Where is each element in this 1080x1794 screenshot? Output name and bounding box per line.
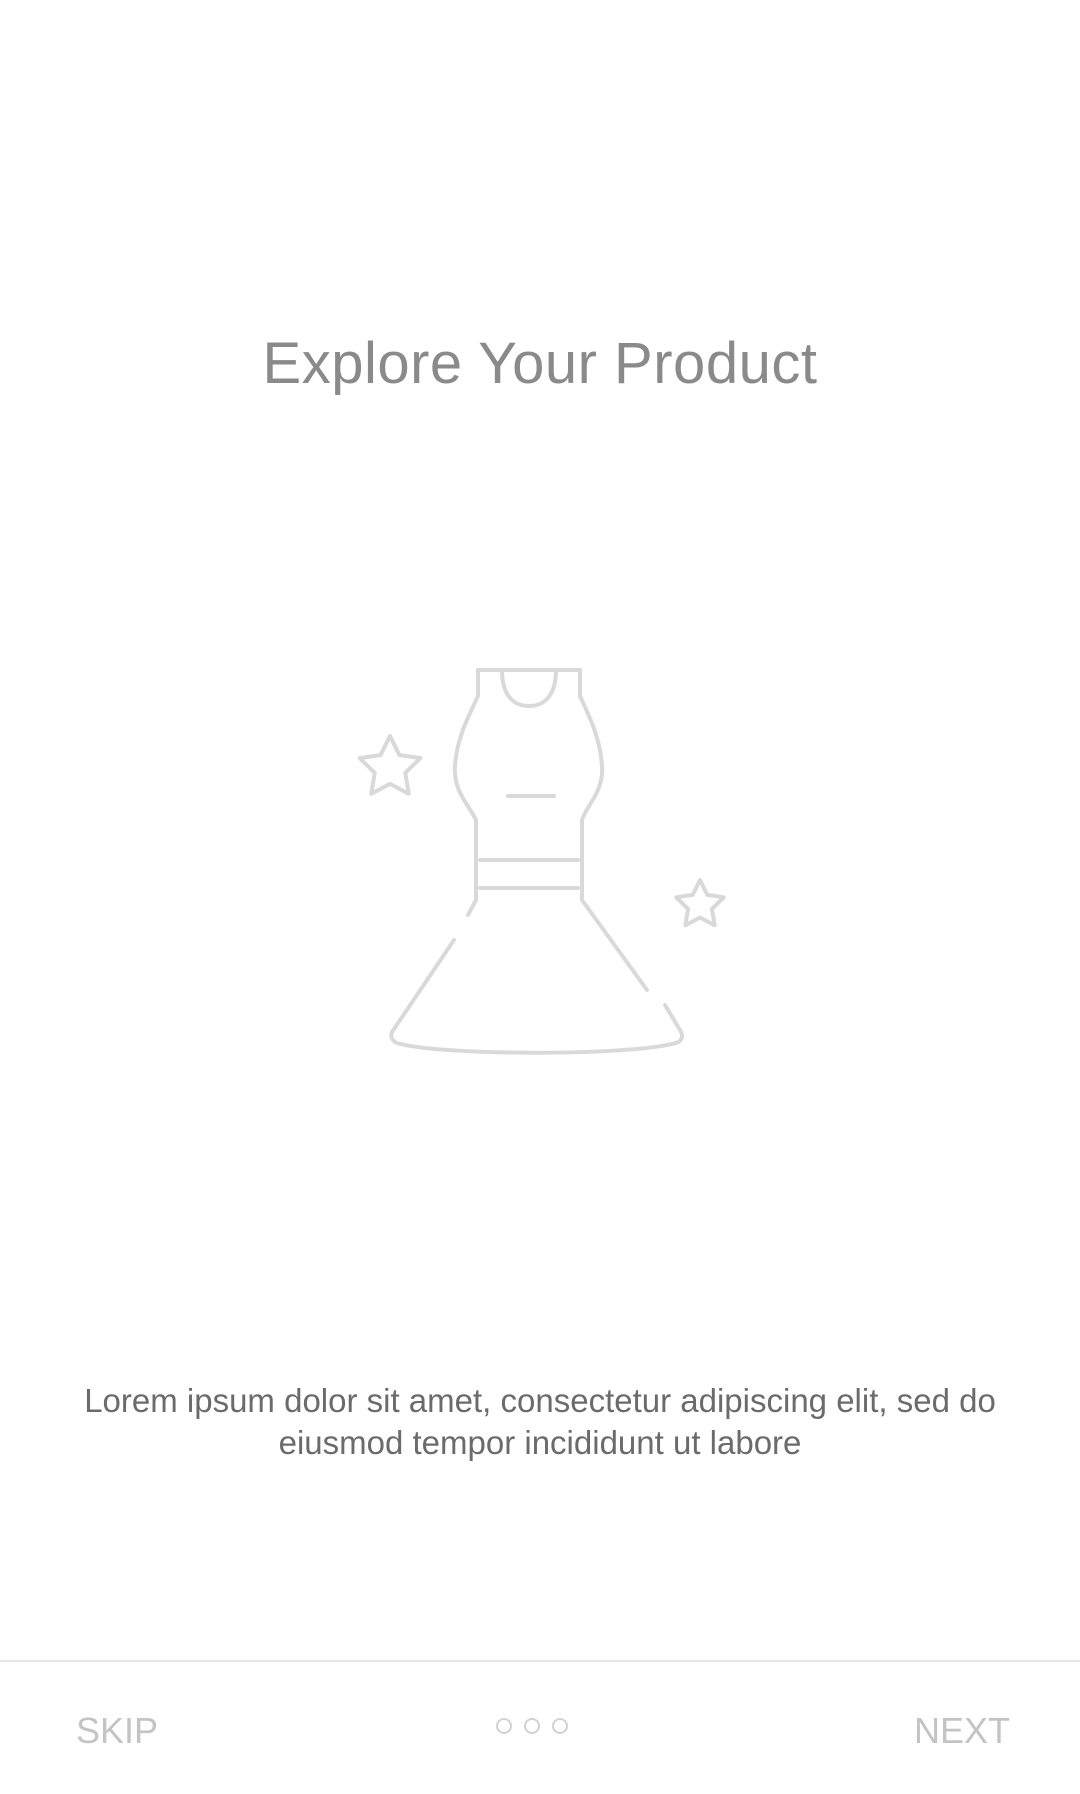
page-indicator-dot-3[interactable] [552, 1718, 568, 1734]
dress-with-stars-icon [330, 650, 750, 1080]
page-indicator-dot-1[interactable] [496, 1718, 512, 1734]
onboarding-footer: SKIP NEXT [0, 1660, 1080, 1794]
page-indicator-dot-2[interactable] [524, 1718, 540, 1734]
onboarding-description: Lorem ipsum dolor sit amet, consectetur … [84, 1382, 996, 1461]
onboarding-screen: Explore Your Product Lorem ipsum dolor s… [0, 0, 1080, 1794]
next-button[interactable]: NEXT [914, 1710, 1010, 1752]
skip-button[interactable]: SKIP [76, 1710, 158, 1752]
star-icon [674, 878, 726, 928]
page-indicator [496, 1718, 568, 1734]
star-icon [357, 734, 423, 796]
page-title: Explore Your Product [262, 331, 818, 396]
